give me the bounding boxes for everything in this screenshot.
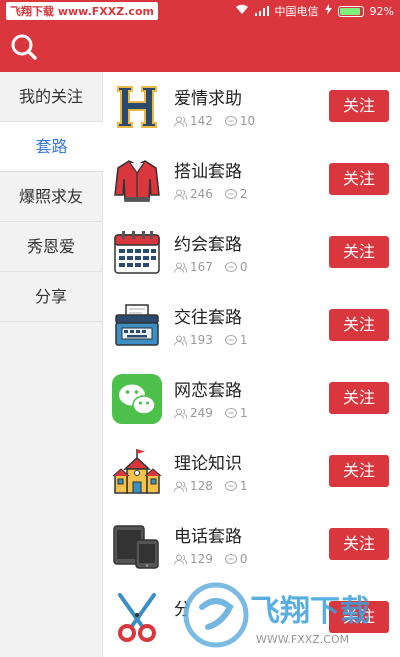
member-count: 246 xyxy=(190,187,213,201)
follow-button[interactable]: 关注 xyxy=(329,455,389,487)
list-item[interactable]: 分 关注 xyxy=(104,583,400,656)
item-title: 交往套路 xyxy=(174,308,242,328)
sidebar-item-tricks[interactable]: 套路 xyxy=(0,122,103,172)
members-icon xyxy=(174,481,187,492)
follow-button[interactable]: 关注 xyxy=(329,528,389,560)
list-item[interactable]: 电话套路 129 0 关注 xyxy=(104,510,400,583)
list-item[interactable]: 网恋套路 249 1 关注 xyxy=(104,364,400,437)
member-count: 249 xyxy=(190,406,213,420)
item-stats: 246 2 xyxy=(174,187,248,201)
item-stats: 193 1 xyxy=(174,333,248,347)
members-icon xyxy=(174,335,187,346)
carrier-name: 中国电信 xyxy=(274,5,319,18)
status-bar: 飞翔下载 www.FXXZ.com 中国电信 92% xyxy=(0,0,400,22)
comment-icon xyxy=(224,553,237,564)
wifi-icon xyxy=(235,4,249,18)
members-icon xyxy=(174,554,187,565)
post-count: 2 xyxy=(239,187,248,201)
item-stats: 142 10 xyxy=(174,114,255,128)
sidebar-item-photo-friends[interactable]: 爆照求友 xyxy=(0,172,102,222)
scissors-icon xyxy=(118,593,156,642)
watermark-top: 飞翔下载 www.FXXZ.com xyxy=(6,2,158,20)
comment-icon xyxy=(224,261,237,272)
item-title: 搭讪套路 xyxy=(174,162,242,182)
comment-icon xyxy=(224,115,237,126)
list-item[interactable]: 搭讪套路 246 2 关注 xyxy=(104,145,400,218)
post-count: 1 xyxy=(239,333,248,347)
post-count: 1 xyxy=(239,479,248,493)
devices-icon xyxy=(113,525,159,569)
members-icon xyxy=(174,189,187,200)
post-count: 0 xyxy=(239,260,248,274)
sidebar-item-show-love[interactable]: 秀恩爱 xyxy=(0,222,102,272)
comment-icon xyxy=(224,407,237,418)
item-title: 约会套路 xyxy=(174,235,242,255)
signal-icon xyxy=(254,6,269,16)
school-icon xyxy=(112,449,162,494)
member-count: 193 xyxy=(190,333,213,347)
follow-button[interactable]: 关注 xyxy=(329,163,389,195)
item-stats: 249 1 xyxy=(174,406,248,420)
post-count: 0 xyxy=(239,552,248,566)
letter-h-icon xyxy=(117,86,157,128)
category-sidebar: 我的关注 套路 爆照求友 秀恩爱 分享 xyxy=(0,72,103,657)
typewriter-icon xyxy=(115,304,159,346)
item-stats: 128 1 xyxy=(174,479,248,493)
post-count: 1 xyxy=(239,406,248,420)
sidebar-item-my-follows[interactable]: 我的关注 xyxy=(0,72,102,122)
search-button[interactable] xyxy=(8,31,40,63)
post-count: 10 xyxy=(239,114,256,128)
item-title: 电话套路 xyxy=(174,527,242,547)
follow-button[interactable]: 关注 xyxy=(329,309,389,341)
item-title: 分 xyxy=(174,600,191,620)
follow-button[interactable]: 关注 xyxy=(329,601,389,633)
list-item[interactable]: 爱情求助 142 10 关注 xyxy=(104,72,400,145)
member-count: 142 xyxy=(190,114,213,128)
search-icon xyxy=(11,34,37,60)
list-item[interactable]: 约会套路 167 0 关注 xyxy=(104,218,400,291)
item-stats: 167 0 xyxy=(174,260,248,274)
comment-icon xyxy=(224,188,237,199)
member-count: 129 xyxy=(190,552,213,566)
follow-button[interactable]: 关注 xyxy=(329,236,389,268)
status-indicators: 中国电信 92% xyxy=(235,3,394,19)
list-item[interactable]: 交往套路 193 1 关注 xyxy=(104,291,400,364)
comment-icon xyxy=(224,334,237,345)
app-header xyxy=(0,22,400,72)
calendar-icon xyxy=(114,231,160,274)
item-title: 网恋套路 xyxy=(174,381,242,401)
topic-list: 爱情求助 142 10 关注 搭讪套路 246 2 关注 约会套路 167 0 … xyxy=(104,72,400,657)
list-item[interactable]: 理论知识 128 1 关注 xyxy=(104,437,400,510)
sidebar-item-share[interactable]: 分享 xyxy=(0,272,102,322)
item-title: 爱情求助 xyxy=(174,89,242,109)
members-icon xyxy=(174,116,187,127)
charging-icon xyxy=(324,4,332,18)
wechat-icon xyxy=(112,374,162,424)
members-icon xyxy=(174,408,187,419)
battery-percent: 92% xyxy=(369,4,394,18)
battery-icon xyxy=(337,5,364,17)
item-title: 理论知识 xyxy=(174,454,242,474)
members-icon xyxy=(174,262,187,273)
item-stats: 129 0 xyxy=(174,552,248,566)
comment-icon xyxy=(224,480,237,491)
follow-button[interactable]: 关注 xyxy=(329,382,389,414)
jacket-icon xyxy=(114,160,160,202)
member-count: 167 xyxy=(190,260,213,274)
member-count: 128 xyxy=(190,479,213,493)
follow-button[interactable]: 关注 xyxy=(329,90,389,122)
